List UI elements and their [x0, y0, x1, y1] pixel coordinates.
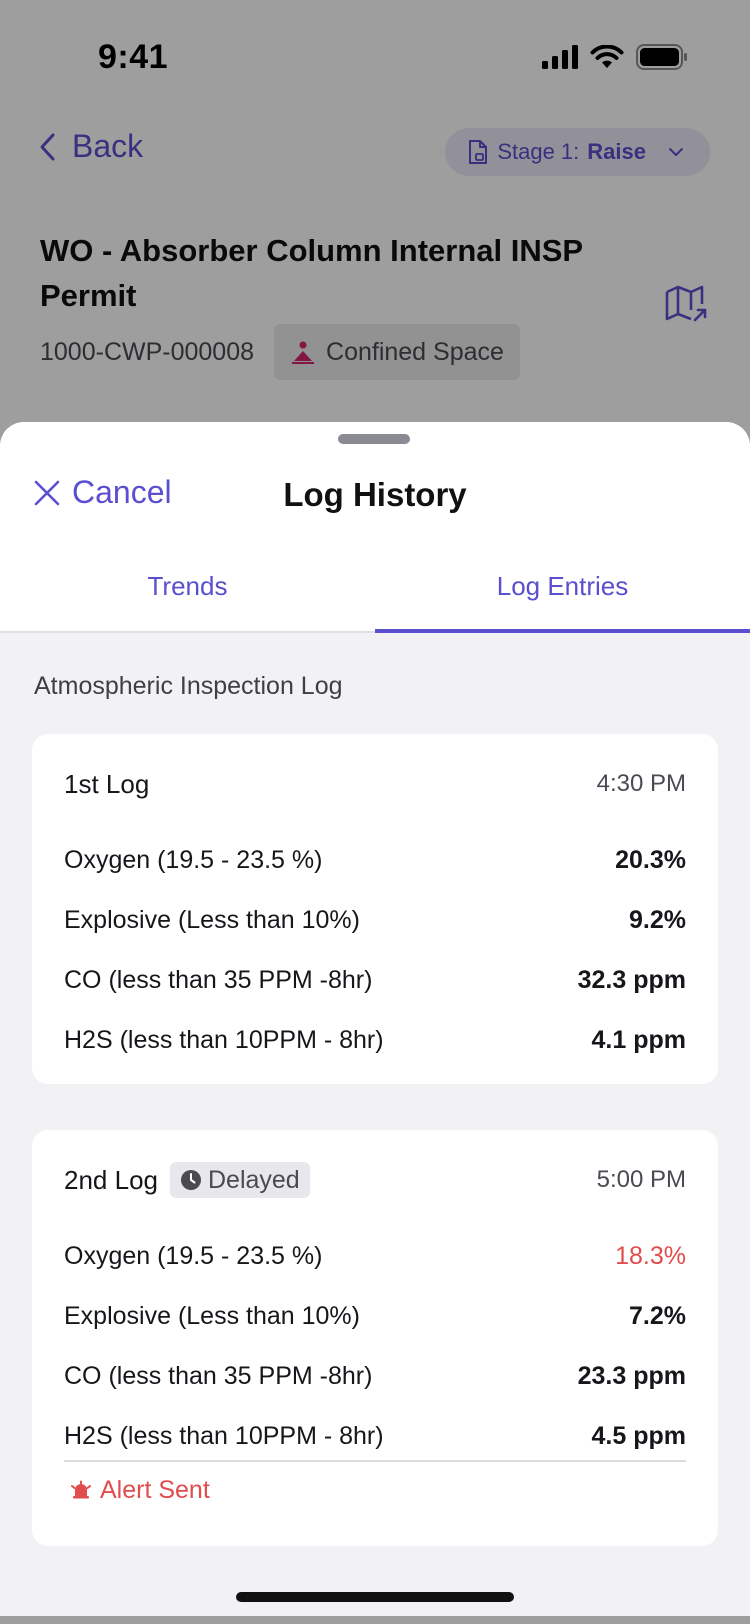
log-card-1: 1st Log 4:30 PM Oxygen (19.5 - 23.5 %) 2…: [32, 734, 718, 1084]
divider: [64, 1460, 686, 1462]
log-card-header: 1st Log 4:30 PM: [64, 762, 686, 806]
clock-icon: [180, 1170, 201, 1190]
reading-row-h2s: H2S (less than 10PPM - 8hr) 4.1 ppm: [64, 1010, 686, 1070]
reading-row-explosive: Explosive (Less than 10%) 9.2%: [64, 890, 686, 950]
alert-sent-indicator: Alert Sent: [70, 1476, 210, 1505]
tab-log-entries[interactable]: Log Entries: [375, 540, 750, 633]
reading-value: 32.3 ppm: [577, 965, 686, 994]
log-card-2: 2nd Log Delayed 5:00 PM Oxygen (19.5 - 2…: [32, 1130, 718, 1546]
reading-row-h2s: H2S (less than 10PPM - 8hr) 4.5 ppm: [64, 1406, 686, 1466]
reading-value: 9.2%: [629, 905, 686, 934]
log-time: 4:30 PM: [596, 770, 686, 797]
log-card-header: 2nd Log Delayed 5:00 PM: [64, 1158, 686, 1202]
reading-label: Oxygen (19.5 - 23.5 %): [64, 1241, 323, 1270]
reading-label: CO (less than 35 PPM -8hr): [64, 965, 373, 994]
reading-label: Explosive (Less than 10%): [64, 905, 360, 934]
tab-bar: Trends Log Entries: [0, 540, 750, 633]
reading-value: 7.2%: [629, 1301, 686, 1330]
tab-trends[interactable]: Trends: [0, 540, 375, 633]
reading-row-oxygen: Oxygen (19.5 - 23.5 %) 18.3%: [64, 1226, 686, 1286]
log-readings: Oxygen (19.5 - 23.5 %) 20.3% Explosive (…: [64, 830, 686, 1070]
log-history-sheet: Cancel Log History Trends Log Entries At…: [0, 422, 750, 1616]
sheet-header: Cancel Log History Trends Log Entries: [0, 422, 750, 633]
home-indicator: [236, 1592, 514, 1602]
reading-row-explosive: Explosive (Less than 10%) 7.2%: [64, 1286, 686, 1346]
delayed-label: Delayed: [207, 1165, 300, 1194]
log-time: 5:00 PM: [596, 1166, 686, 1193]
section-title: Atmospheric Inspection Log: [34, 672, 343, 700]
reading-value: 23.3 ppm: [577, 1361, 686, 1390]
reading-value: 20.3%: [615, 845, 686, 874]
sheet-title: Log History: [283, 476, 467, 513]
reading-value-out-of-range: 18.3%: [615, 1241, 686, 1270]
reading-label: Oxygen (19.5 - 23.5 %): [64, 845, 323, 874]
alert-label: Alert Sent: [100, 1476, 210, 1504]
reading-row-co: CO (less than 35 PPM -8hr) 32.3 ppm: [64, 950, 686, 1010]
log-name: 1st Log: [64, 768, 150, 799]
reading-label: H2S (less than 10PPM - 8hr): [64, 1025, 384, 1054]
reading-row-co: CO (less than 35 PPM -8hr) 23.3 ppm: [64, 1346, 686, 1406]
active-tab-indicator: [375, 629, 750, 633]
sheet-grabber[interactable]: [338, 434, 410, 444]
reading-value: 4.5 ppm: [591, 1421, 686, 1450]
delayed-badge: Delayed: [169, 1162, 310, 1198]
reading-label: Explosive (Less than 10%): [64, 1301, 360, 1330]
reading-value: 4.1 ppm: [591, 1025, 686, 1054]
alarm-bell-icon: [71, 1480, 91, 1498]
log-readings: Oxygen (19.5 - 23.5 %) 18.3% Explosive (…: [64, 1226, 686, 1466]
reading-row-oxygen: Oxygen (19.5 - 23.5 %) 20.3%: [64, 830, 686, 890]
log-name: 2nd Log: [64, 1164, 158, 1195]
reading-label: CO (less than 35 PPM -8hr): [64, 1361, 373, 1390]
reading-label: H2S (less than 10PPM - 8hr): [64, 1421, 384, 1450]
